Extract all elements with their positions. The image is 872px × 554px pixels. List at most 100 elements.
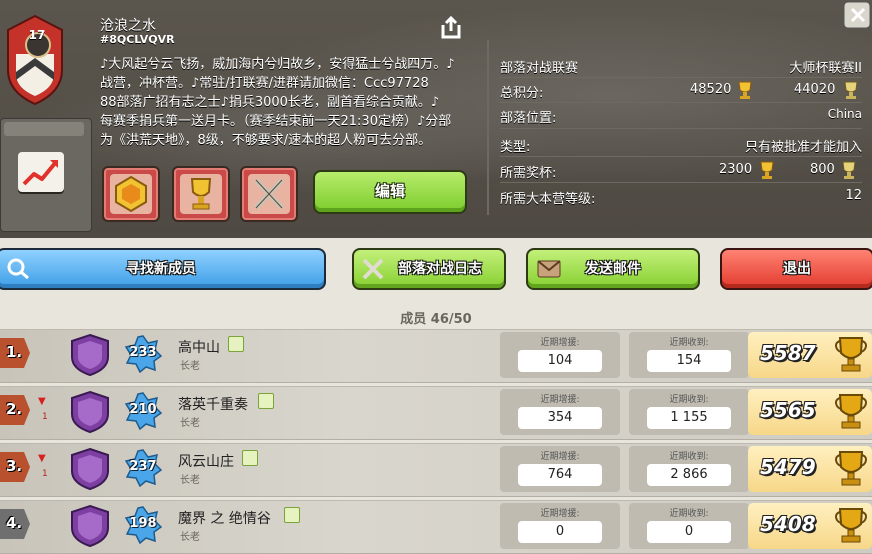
chart-icon <box>22 160 58 186</box>
war-log-button[interactable]: 部落对战日志 <box>352 248 506 290</box>
member-name: 魔界 之 绝情谷 <box>178 511 271 527</box>
war-league-row: 部落对战联赛 大师杯联赛II <box>500 55 862 77</box>
send-mail-button[interactable]: 发送邮件 <box>526 248 700 290</box>
note-icon <box>242 450 258 466</box>
note-icon <box>258 393 274 409</box>
received-value: 154 <box>647 350 731 372</box>
rank-badge: 3. <box>0 452 30 482</box>
member-trophies: 5479 <box>760 455 816 479</box>
type-row: 类型: 只有被批准才能加入 <box>500 134 862 156</box>
donated-label: 近期增援: <box>540 395 580 405</box>
member-trophies-box: 5479 <box>748 446 872 492</box>
clan-perks-button[interactable] <box>102 166 160 222</box>
members-count: 成员 46/50 <box>400 312 472 327</box>
info-divider-line <box>500 156 862 157</box>
member-trophies: 5408 <box>760 512 816 536</box>
league-shield-icon <box>71 333 109 377</box>
required-trophies-builder: 800 <box>810 162 835 177</box>
member-trophies-box: 5565 <box>748 389 872 435</box>
clan-description: ♪大风起兮云飞扬，威加海内兮归故乡，安得猛士兮战四万。♪ 战营，冲杯营。♪常驻/… <box>100 55 480 150</box>
xp-level: 237 <box>129 459 157 474</box>
leave-clan-button[interactable]: 退出 <box>720 248 872 290</box>
xp-level-badge: 198 <box>124 506 163 545</box>
member-trophies: 5565 <box>760 398 816 422</box>
info-divider-line <box>500 128 862 129</box>
type-label: 类型: <box>500 140 531 155</box>
description-line: 为《洪荒天地》，8级，不够要求/速本的超人粉可去分部。 <box>100 133 432 148</box>
received-box: 近期收到: 1 155 <box>629 389 749 435</box>
trophy-icon <box>190 178 212 210</box>
corner-close-icon[interactable] <box>840 0 872 30</box>
rank-badge: 2. <box>0 395 30 425</box>
builder-trophy-icon <box>842 161 856 179</box>
received-box: 近期收到: 2 866 <box>629 446 749 492</box>
info-divider-line <box>500 77 862 78</box>
required-trophies-row: 所需奖杯: 2300 800 <box>500 160 862 182</box>
member-row[interactable]: 4. 198 魔界 之 绝情谷 长老 近期增援: 0 近期收到: 0 5408 <box>0 500 872 554</box>
member-trophies-box: 5587 <box>748 332 872 378</box>
rank-number: 2. <box>6 400 23 418</box>
location-value: China <box>827 107 862 121</box>
side-panel-bar <box>4 122 84 136</box>
member-role: 长老 <box>180 361 200 372</box>
clan-war-button[interactable] <box>240 166 298 222</box>
crossed-swords-icon <box>254 178 284 210</box>
type-value: 只有被批准才能加入 <box>744 140 862 155</box>
received-label: 近期收到: <box>669 395 709 405</box>
trophy-icon <box>835 451 867 486</box>
member-role: 长老 <box>180 418 200 429</box>
rank-badge: 1. <box>0 338 30 368</box>
rank-trend-icon: ▼ <box>38 396 46 407</box>
required-trophies-home: 2300 <box>719 162 753 177</box>
donated-value: 354 <box>518 407 602 429</box>
donated-value: 104 <box>518 350 602 372</box>
xp-level-badge: 233 <box>124 335 163 374</box>
clan-name: 沧浪之水 <box>100 18 156 34</box>
received-label: 近期收到: <box>669 452 709 462</box>
member-row[interactable]: 2. ▼ 1 210 落英千重奏 长老 近期增援: 354 近期收到: 1 15… <box>0 386 872 440</box>
donated-box: 近期增援: 0 <box>500 503 620 549</box>
note-icon <box>228 336 244 352</box>
donated-label: 近期增援: <box>540 509 580 519</box>
rank-number: 4. <box>6 514 23 532</box>
member-name: 落英千重奏 <box>178 397 248 413</box>
description-line: 88部落广招有志之士♪捐兵3000长老，副首看综合贡献。♪ <box>100 95 440 110</box>
league-shield-icon <box>71 390 109 434</box>
trophy-icon <box>760 161 774 179</box>
trophy-icon <box>835 337 867 372</box>
war-log-label: 部落对战日志 <box>398 261 482 277</box>
clan-tag: #8QCLVQVR <box>100 33 175 46</box>
total-points-label: 总积分: <box>500 86 544 101</box>
member-role: 长老 <box>180 475 200 486</box>
share-icon[interactable] <box>440 15 462 39</box>
required-trophies-label: 所需奖杯: <box>500 166 557 181</box>
info-divider <box>487 40 489 215</box>
info-divider-line <box>500 102 862 103</box>
builder-trophy-icon <box>844 81 858 99</box>
xp-level: 210 <box>129 402 157 417</box>
shield-icon <box>115 175 147 213</box>
xp-level-badge: 210 <box>124 392 163 431</box>
required-th-row: 所需大本营等级: 12 <box>500 186 862 208</box>
clan-stats-button[interactable] <box>18 152 64 192</box>
send-mail-label: 发送邮件 <box>585 261 641 277</box>
xp-level-badge: 237 <box>124 449 163 488</box>
crossed-swords-icon <box>362 258 384 280</box>
rank-number: 1. <box>6 343 23 361</box>
league-shield-icon <box>71 504 109 548</box>
member-role: 长老 <box>180 532 200 543</box>
member-trophies: 5587 <box>760 341 816 365</box>
member-name: 高中山 <box>178 340 220 356</box>
donated-box: 近期增援: 354 <box>500 389 620 435</box>
clan-trophies-button[interactable] <box>172 166 230 222</box>
rank-number: 3. <box>6 457 23 475</box>
member-row[interactable]: 3. ▼ 1 237 风云山庄 长老 近期增援: 764 近期收到: 2 866… <box>0 443 872 497</box>
edit-clan-button[interactable]: 编辑 <box>313 170 467 214</box>
search-icon <box>7 258 29 280</box>
member-row[interactable]: 1. 233 高中山 长老 近期增援: 104 近期收到: 154 5587 <box>0 329 872 383</box>
description-line: 战营，冲杯营。♪常驻/打联赛/进群请加微信：Ccc97728 <box>100 76 429 91</box>
find-members-button[interactable]: 寻找新成员 <box>0 248 326 290</box>
info-divider-line <box>500 182 862 183</box>
war-league-label: 部落对战联赛 <box>500 61 579 76</box>
received-box: 近期收到: 0 <box>629 503 749 549</box>
